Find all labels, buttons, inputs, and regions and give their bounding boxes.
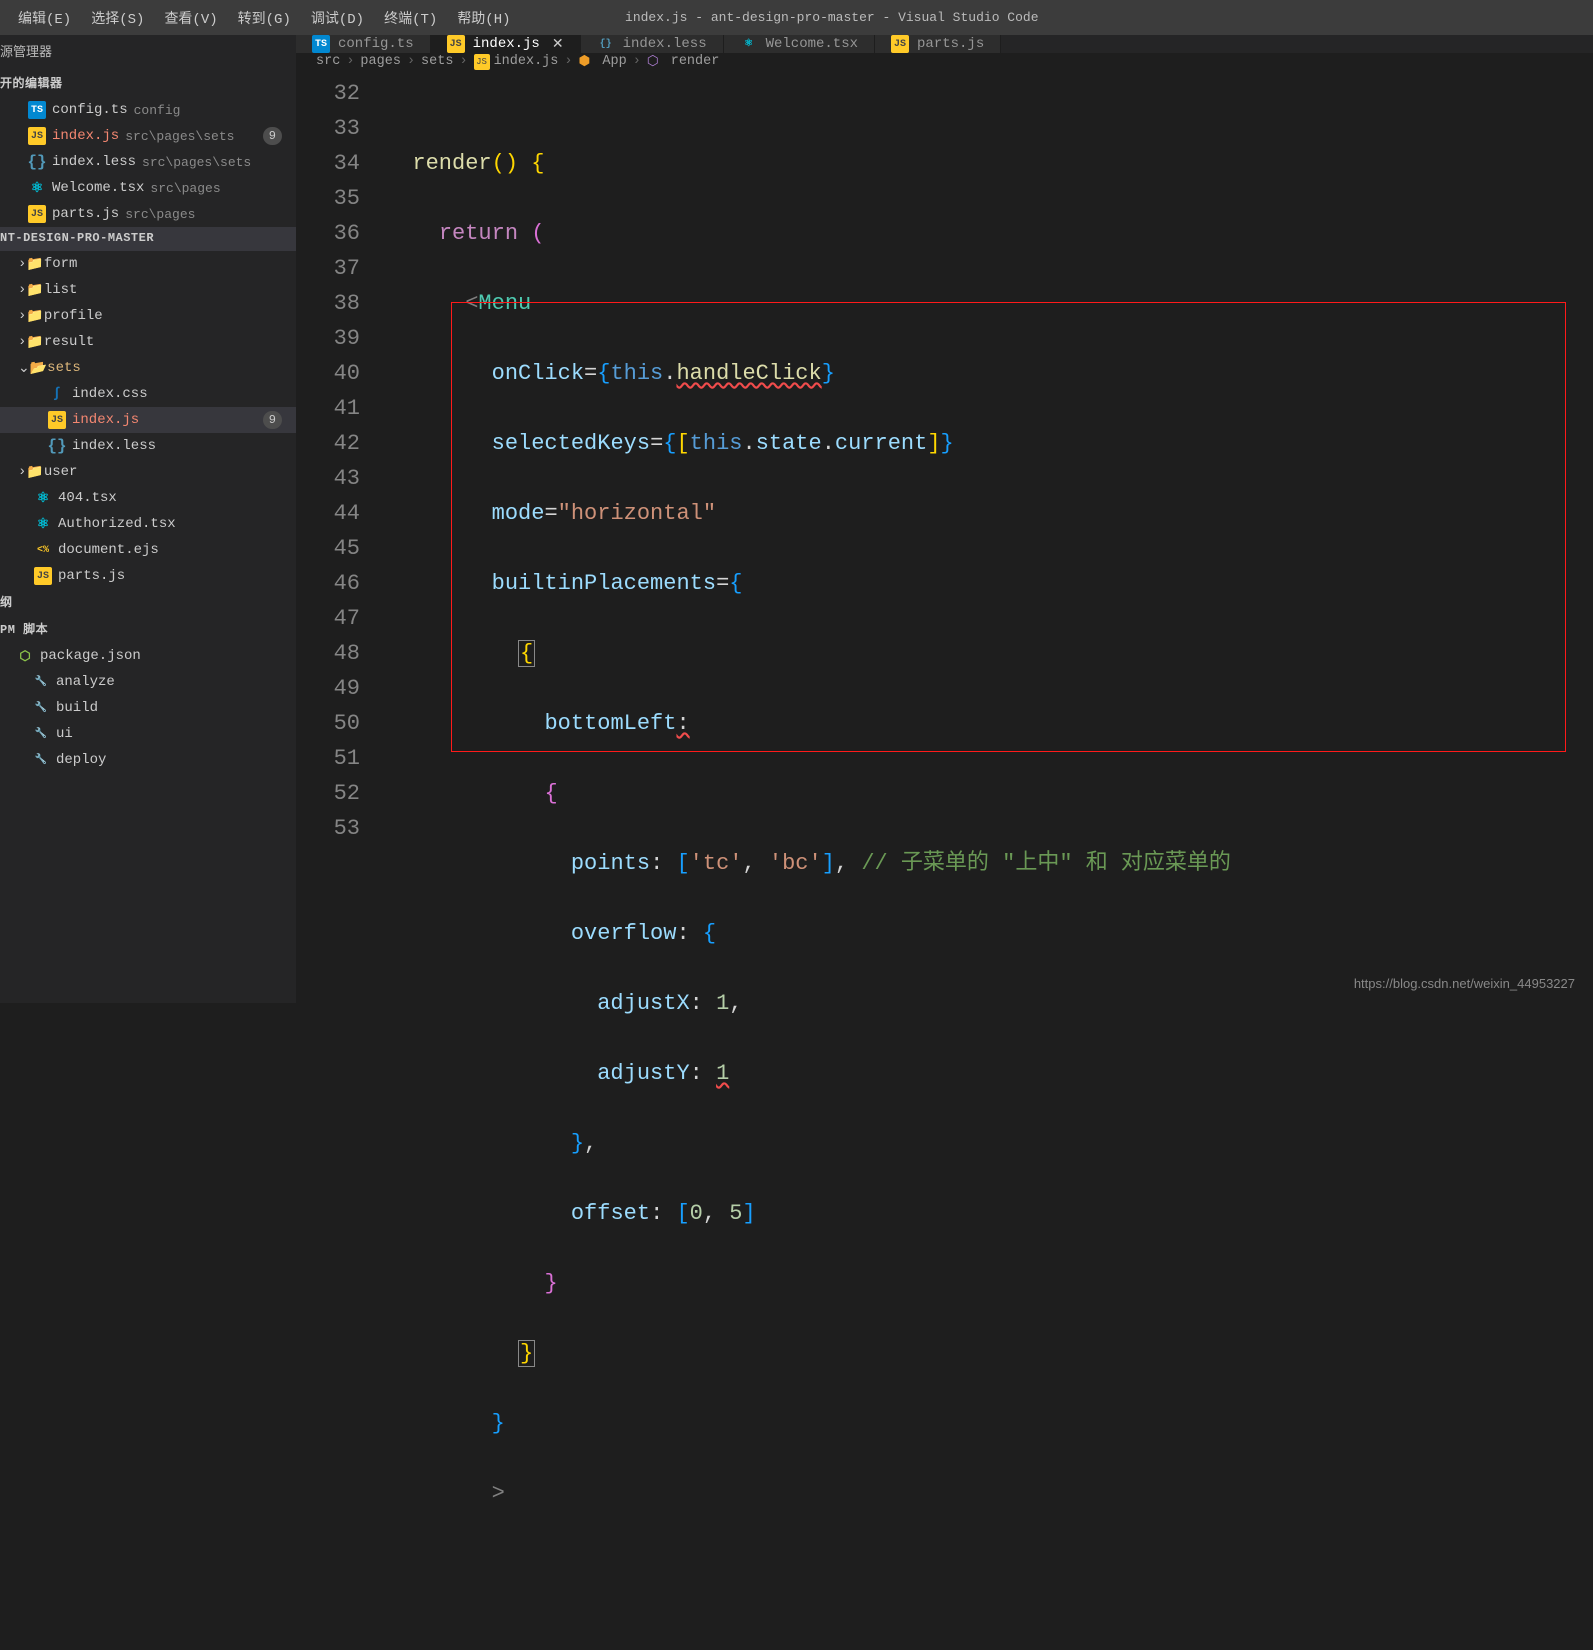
file-row[interactable]: ∫index.css: [0, 381, 296, 407]
file-row[interactable]: ⚛Authorized.tsx: [0, 511, 296, 537]
code-editor[interactable]: 3233343536373839404142434445464748495051…: [296, 70, 1593, 1650]
outline-title[interactable]: 纲: [0, 589, 296, 616]
wrench-icon: 🔧: [32, 751, 50, 769]
chevron-right-icon: ›: [18, 256, 26, 272]
folder-row[interactable]: ›📁profile: [0, 303, 296, 329]
project-title[interactable]: NT-DESIGN-PRO-MASTER: [0, 227, 296, 251]
menu-select[interactable]: 选择(S): [81, 4, 154, 32]
ts-icon: TS: [28, 101, 46, 119]
menu-debug[interactable]: 调试(D): [301, 4, 374, 32]
watermark: https://blog.csdn.net/weixin_44953227: [1354, 976, 1575, 991]
tab-index-less[interactable]: {}index.less: [581, 35, 724, 53]
folder-icon: 📁: [26, 256, 43, 273]
error-badge: 9: [263, 411, 282, 429]
folder-row[interactable]: ›📁form: [0, 251, 296, 277]
menu-goto[interactable]: 转到(G): [228, 4, 301, 32]
folder-row[interactable]: ›📁result: [0, 329, 296, 355]
tab-config[interactable]: TSconfig.ts: [296, 35, 431, 53]
chevron-right-icon: ›: [18, 334, 26, 350]
file-row[interactable]: ⚛404.tsx: [0, 485, 296, 511]
tab-welcome[interactable]: ⚛Welcome.tsx: [724, 35, 875, 53]
tab-parts[interactable]: JSparts.js: [875, 35, 1001, 53]
menu-view[interactable]: 查看(V): [154, 4, 227, 32]
file-row[interactable]: {}index.less: [0, 433, 296, 459]
less-icon: {}: [28, 153, 46, 171]
react-icon: ⚛: [28, 179, 46, 197]
folder-icon: 📁: [26, 334, 43, 351]
react-icon: ⚛: [34, 515, 52, 533]
close-icon[interactable]: ✕: [552, 36, 564, 53]
folder-user[interactable]: ›📁user: [0, 459, 296, 485]
code-content[interactable]: render() { return ( <Menu onClick={this.…: [386, 70, 1593, 1650]
error-badge: 9: [263, 127, 282, 145]
wrench-icon: 🔧: [32, 725, 50, 743]
npm-script[interactable]: 🔧build: [0, 695, 296, 721]
sidebar-explorer: 源管理器 开的编辑器 TSconfig.tsconfig JSindex.jss…: [0, 35, 296, 1003]
menu-terminal[interactable]: 终端(T): [374, 4, 447, 32]
js-icon: JS: [34, 567, 52, 585]
explorer-header: 源管理器: [0, 35, 296, 70]
npm-script[interactable]: 🔧analyze: [0, 669, 296, 695]
folder-icon: 📁: [26, 282, 43, 299]
chevron-right-icon: ›: [18, 282, 26, 298]
folder-sets[interactable]: ⌄📂sets: [0, 355, 296, 381]
js-icon: JS: [28, 205, 46, 223]
open-editors-title[interactable]: 开的编辑器: [0, 70, 296, 97]
line-gutter: 3233343536373839404142434445464748495051…: [296, 70, 386, 1650]
js-icon: JS: [891, 35, 909, 53]
js-icon: JS: [28, 127, 46, 145]
window-title: index.js - ant-design-pro-master - Visua…: [521, 10, 1143, 25]
file-row[interactable]: <%document.ejs: [0, 537, 296, 563]
file-row[interactable]: JSindex.js9: [0, 407, 296, 433]
menu-help[interactable]: 帮助(H): [447, 4, 520, 32]
chevron-down-icon: ⌄: [18, 360, 30, 377]
less-icon: {}: [48, 437, 66, 455]
open-editor-item[interactable]: JSparts.jssrc\pages: [0, 201, 296, 227]
chevron-right-icon: ›: [18, 308, 26, 324]
menubar: 编辑(E) 选择(S) 查看(V) 转到(G) 调试(D) 终端(T) 帮助(H…: [0, 0, 1593, 35]
npm-script[interactable]: 🔧deploy: [0, 747, 296, 773]
css-icon: ∫: [48, 385, 66, 403]
wrench-icon: 🔧: [32, 699, 50, 717]
breadcrumb[interactable]: src› pages› sets› JSindex.js› ⬢ App› ⬡ r…: [296, 53, 1593, 70]
react-icon: ⚛: [740, 35, 758, 53]
open-editor-item[interactable]: {}index.lesssrc\pages\sets: [0, 149, 296, 175]
open-editor-item[interactable]: TSconfig.tsconfig: [0, 97, 296, 123]
file-row[interactable]: JSparts.js: [0, 563, 296, 589]
open-editor-item[interactable]: ⚛Welcome.tsxsrc\pages: [0, 175, 296, 201]
chevron-right-icon: ›: [18, 464, 26, 480]
folder-icon: 📁: [26, 464, 43, 481]
npm-scripts-title[interactable]: PM 脚本: [0, 616, 296, 643]
folder-icon: 📁: [26, 308, 43, 325]
npm-icon: ⬡: [16, 647, 34, 665]
ts-icon: TS: [312, 35, 330, 53]
wrench-icon: 🔧: [32, 673, 50, 691]
package-json-row[interactable]: ⬡package.json: [0, 643, 296, 669]
folder-open-icon: 📂: [30, 360, 47, 377]
folder-row[interactable]: ›📁list: [0, 277, 296, 303]
npm-script[interactable]: 🔧ui: [0, 721, 296, 747]
less-icon: {}: [597, 35, 615, 53]
ejs-icon: <%: [34, 541, 52, 559]
editor-area: TSconfig.ts JSindex.js✕ {}index.less ⚛We…: [296, 35, 1593, 1003]
js-icon: JS: [447, 35, 465, 53]
tab-index-js[interactable]: JSindex.js✕: [431, 35, 581, 53]
open-editor-item[interactable]: JSindex.jssrc\pages\sets9: [0, 123, 296, 149]
editor-tabs: TSconfig.ts JSindex.js✕ {}index.less ⚛We…: [296, 35, 1593, 53]
js-icon: JS: [48, 411, 66, 429]
react-icon: ⚛: [34, 489, 52, 507]
menu-edit[interactable]: 编辑(E): [8, 4, 81, 32]
